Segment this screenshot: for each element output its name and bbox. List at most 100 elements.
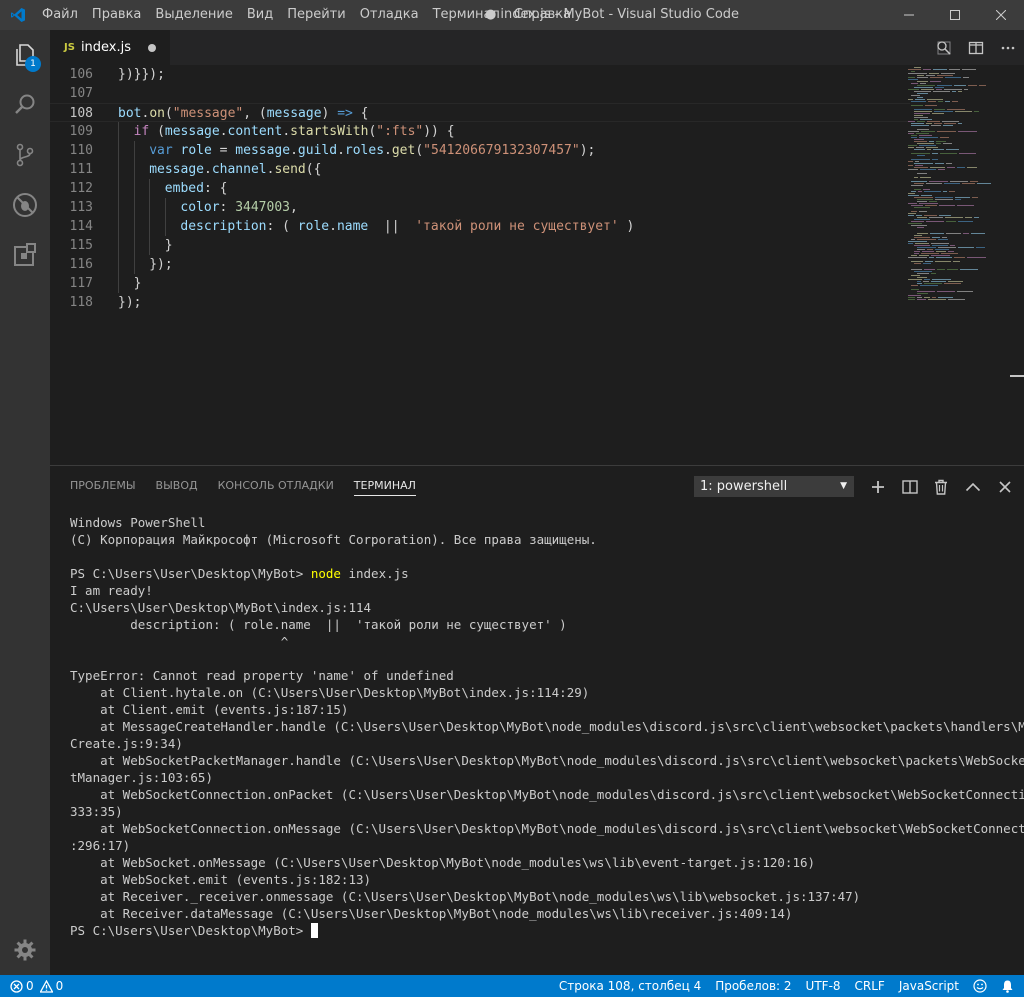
minimap-line xyxy=(977,183,991,184)
menu-item[interactable]: Вид xyxy=(241,0,281,30)
tab-index-js[interactable]: JS index.js xyxy=(50,30,170,65)
split-terminal-icon[interactable] xyxy=(898,475,922,499)
panel-tab[interactable]: ПРОБЛЕМЫ xyxy=(70,466,136,506)
debug-icon[interactable] xyxy=(0,180,50,230)
code-editor[interactable]: 106})}}); 107 108 bot.on("message", (messag… xyxy=(50,65,1024,465)
code-line[interactable]: 117} xyxy=(50,274,910,293)
minimap-line xyxy=(943,143,952,144)
code-line[interactable]: 112 embed: { xyxy=(50,179,910,198)
code-text: color: 3447003, xyxy=(180,198,297,217)
terminal-prompt: PS C:\Users\User\Desktop\MyBot> xyxy=(70,923,311,938)
code-token: name xyxy=(336,219,369,234)
minimap[interactable] xyxy=(906,65,1016,305)
minimap-line xyxy=(914,245,930,246)
code-token: = xyxy=(211,143,236,158)
code-line[interactable]: 115} xyxy=(50,236,910,255)
code-line[interactable]: 113 color: 3447003, xyxy=(50,198,910,217)
close-window-button[interactable] xyxy=(978,0,1024,30)
code-line[interactable]: 114 description: ( role.name || 'такой ро… xyxy=(50,217,910,236)
code-line[interactable]: 116}); xyxy=(50,255,910,274)
panel-tab[interactable]: ВЫВОД xyxy=(156,466,198,506)
code-line[interactable]: 110 var role = message.guild.roles.get("5… xyxy=(50,141,910,160)
code-token: 3447003 xyxy=(235,200,290,215)
unsaved-dot-icon[interactable] xyxy=(148,44,156,52)
errors-status[interactable]: 0 0 xyxy=(10,979,63,993)
code-line[interactable]: 108 bot.on("message", (message) => { xyxy=(50,103,910,122)
minimap-line xyxy=(911,239,915,240)
minimap-line xyxy=(940,137,949,138)
minimap-line xyxy=(923,281,929,282)
editor-scrollbar[interactable] xyxy=(1010,65,1024,465)
minimap-line xyxy=(928,299,946,300)
panel-tab[interactable]: КОНСОЛЬ ОТЛАДКИ xyxy=(218,466,334,506)
panel-tab[interactable]: ТЕРМИНАЛ xyxy=(353,477,416,496)
terminal-line: at Receiver.dataMessage (C:\Users\User\D… xyxy=(70,906,793,921)
code-line[interactable]: 111 message.channel.send({ xyxy=(50,160,910,179)
indentation[interactable]: Пробелов: 2 xyxy=(715,979,791,993)
terminal-output[interactable]: Windows PowerShell (C) Корпорация Майкрос… xyxy=(70,514,1024,939)
extensions-icon[interactable] xyxy=(0,230,50,280)
end-of-line[interactable]: CRLF xyxy=(855,979,885,993)
minimize-button[interactable] xyxy=(886,0,932,30)
explorer-icon[interactable]: 1 xyxy=(0,30,50,80)
code-line[interactable]: 107 xyxy=(50,84,910,103)
maximize-button[interactable] xyxy=(932,0,978,30)
open-changes-icon[interactable] xyxy=(928,30,960,65)
line-number: 116 xyxy=(69,257,93,272)
minimap-line xyxy=(908,133,914,134)
terminal-line: description: ( role.name || 'такой роли … xyxy=(70,617,567,632)
encoding[interactable]: UTF-8 xyxy=(806,979,841,993)
minimap-line xyxy=(916,215,922,216)
terminal-line: ^ xyxy=(70,634,289,649)
code-token: ":fts" xyxy=(376,124,424,139)
menu-item[interactable]: Правка xyxy=(86,0,149,30)
line-number: 115 xyxy=(69,238,93,253)
terminal-line: :296:17) xyxy=(70,838,131,853)
code-token: "541206679132307457" xyxy=(423,143,580,158)
code-token: }); xyxy=(118,295,142,310)
menu-item[interactable]: Выделение xyxy=(149,0,240,30)
minimap-line xyxy=(917,291,935,292)
notifications-bell-icon[interactable] xyxy=(1001,979,1014,993)
minimap-line xyxy=(927,99,943,100)
maximize-panel-chevron-up-icon[interactable] xyxy=(961,475,985,499)
minimap-line xyxy=(967,257,986,258)
code-token: . xyxy=(203,162,212,177)
split-editor-icon[interactable] xyxy=(960,30,992,65)
close-panel-icon[interactable] xyxy=(993,475,1017,499)
source-control-icon[interactable] xyxy=(0,130,50,180)
code-line[interactable]: 106})}}); xyxy=(50,65,910,84)
minimap-line xyxy=(929,217,943,218)
code-token: . xyxy=(384,143,392,158)
menu-item[interactable]: Терминал xyxy=(427,0,508,30)
language-mode[interactable]: JavaScript xyxy=(899,979,959,993)
minimap-line xyxy=(936,257,952,258)
minimap-line xyxy=(932,297,936,298)
minimap-line xyxy=(917,97,923,98)
minimap-line xyxy=(908,195,919,196)
code-line[interactable]: 109 if (message.content.startsWith(":fts"… xyxy=(50,122,910,141)
menu-item[interactable]: Перейти xyxy=(281,0,354,30)
menu-item[interactable]: Файл xyxy=(36,0,86,30)
more-actions-icon[interactable] xyxy=(992,30,1024,65)
new-terminal-plus-icon[interactable] xyxy=(866,475,890,499)
menu-item[interactable]: Справка xyxy=(508,0,579,30)
menu-item[interactable]: Отладка xyxy=(354,0,427,30)
minimap-line xyxy=(937,291,955,292)
minimap-line xyxy=(920,285,938,286)
terminal-select-dropdown[interactable]: 1: powershell ▼ xyxy=(694,476,854,497)
settings-gear-icon[interactable] xyxy=(0,925,50,975)
search-icon[interactable] xyxy=(0,80,50,130)
minimap-line xyxy=(979,85,986,86)
minimap-line xyxy=(914,163,933,164)
trash-kill-terminal-icon[interactable] xyxy=(929,475,953,499)
line-number: 114 xyxy=(69,219,93,234)
minimap-line xyxy=(914,117,928,118)
feedback-smiley-icon[interactable] xyxy=(973,979,987,993)
cursor-position[interactable]: Строка 108, столбец 4 xyxy=(559,979,701,993)
code-text: var role = message.guild.roles.get("5412… xyxy=(149,141,595,160)
error-circle-icon xyxy=(10,979,23,993)
code-line[interactable]: 118}); xyxy=(50,293,910,312)
indent-guide xyxy=(133,160,135,179)
warning-triangle-icon xyxy=(39,979,53,993)
